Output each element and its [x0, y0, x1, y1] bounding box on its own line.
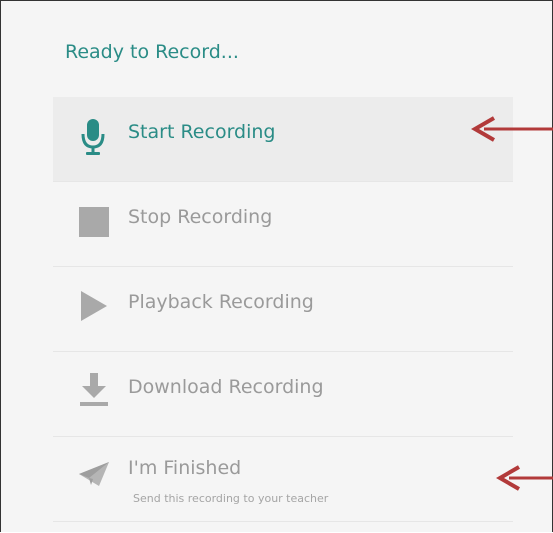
- playback-recording-button[interactable]: Playback Recording: [53, 267, 513, 352]
- im-finished-button[interactable]: I'm Finished Send this recording to your…: [53, 437, 513, 522]
- download-recording-label: Download Recording: [128, 376, 324, 398]
- send-paper-plane-icon: [79, 461, 109, 491]
- playback-recording-label: Playback Recording: [128, 291, 314, 313]
- recording-status-text: Ready to Record...: [65, 41, 239, 63]
- start-recording-label: Start Recording: [128, 121, 276, 143]
- microphone-icon: [80, 118, 106, 162]
- stop-recording-button[interactable]: Stop Recording: [53, 182, 513, 267]
- recorder-panel: Ready to Record... Start Recording Stop …: [0, 0, 553, 532]
- download-recording-button[interactable]: Download Recording: [53, 352, 513, 437]
- im-finished-label: I'm Finished: [128, 457, 242, 479]
- annotation-arrow-start: [470, 114, 553, 148]
- download-icon: [80, 373, 108, 411]
- stop-recording-label: Stop Recording: [128, 206, 273, 228]
- im-finished-sublabel: Send this recording to your teacher: [133, 492, 329, 505]
- play-icon: [81, 291, 107, 325]
- annotation-arrow-finished: [495, 463, 553, 497]
- start-recording-button[interactable]: Start Recording: [53, 97, 513, 182]
- stop-square-icon: [79, 207, 109, 241]
